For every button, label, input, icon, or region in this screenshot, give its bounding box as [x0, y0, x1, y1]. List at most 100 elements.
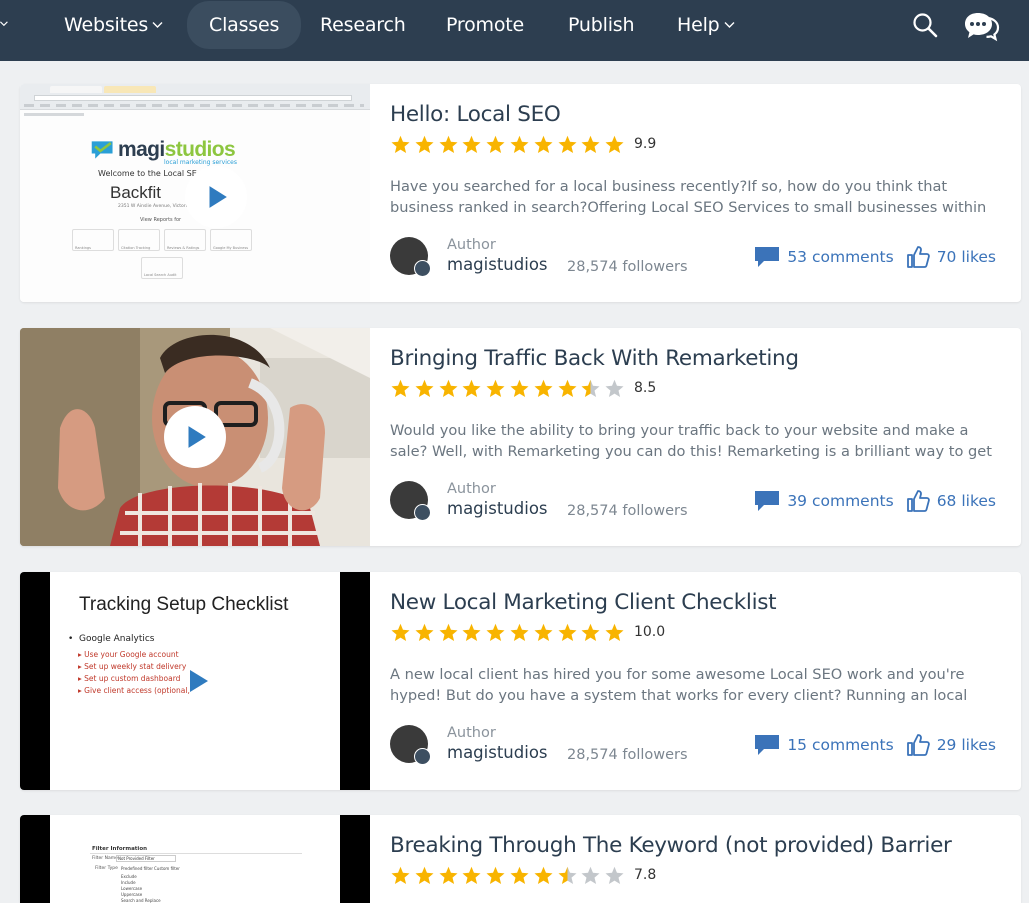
star-icon	[558, 866, 577, 884]
logo-subtitle: local marketing services	[164, 159, 237, 166]
stars-row	[390, 378, 628, 399]
rating-score: 8.5	[633, 380, 657, 396]
star-icon	[605, 379, 624, 397]
form-option: Search and Replace	[121, 898, 161, 903]
video-thumbnail[interactable]: Filter Information Filter Name Not Provi…	[20, 815, 370, 903]
nav-websites[interactable]: Websites	[64, 0, 163, 50]
author-label: Author	[447, 725, 496, 741]
thumbs-up-icon	[906, 246, 930, 268]
form-option: Exclude	[121, 874, 137, 879]
star-icon	[391, 623, 410, 641]
star-icon	[605, 623, 624, 641]
star-icon	[534, 379, 553, 397]
comments-count: 53 comments	[787, 248, 894, 266]
nav-classes[interactable]: Classes	[187, 1, 302, 49]
author-block: Author magistudios 28,574 followers	[390, 237, 750, 277]
nav-promote[interactable]: Promote	[446, 0, 524, 50]
tile-label: Google My Business	[213, 246, 249, 250]
rating-score: 10.0	[633, 624, 666, 640]
thumbs-up-icon	[906, 734, 930, 756]
likes-count: 68 likes	[936, 492, 996, 510]
slide-subitem: ▸ Set up custom dashboard	[78, 674, 181, 683]
star-icon	[534, 135, 553, 153]
breadcrumb	[24, 113, 84, 116]
post-title[interactable]: Bringing Traffic Back With Remarketing	[390, 346, 799, 371]
star-icon	[391, 379, 410, 397]
comment-icon	[755, 247, 780, 267]
star-icon	[534, 623, 553, 641]
star-rating: 8.5	[390, 377, 656, 399]
post-content: Hello: Local SEO 9.9 Have you searched f…	[390, 84, 1021, 302]
form-row-label: Filter Name	[92, 856, 118, 861]
star-icon	[534, 866, 553, 884]
likes-link[interactable]: 68 likes	[906, 489, 996, 513]
followers-count: 28,574 followers	[567, 503, 688, 519]
form-option: Uppercase	[121, 892, 143, 897]
slide-heading: Tracking Setup Checklist	[79, 594, 289, 615]
video-thumbnail[interactable]: magistudios local marketing services Wel…	[20, 84, 370, 302]
followers-count: 28,574 followers	[567, 747, 688, 763]
post-content: Bringing Traffic Back With Remarketing 8…	[390, 328, 1021, 546]
nav-research[interactable]: Research	[320, 0, 406, 50]
play-icon[interactable]	[186, 668, 210, 694]
comments-link[interactable]: 53 comments	[754, 246, 894, 268]
likes-link[interactable]: 70 likes	[906, 245, 996, 269]
chevron-down-icon	[152, 22, 163, 28]
post-content: New Local Marketing Client Checklist 10.…	[390, 572, 1021, 790]
tile-label: Rankings	[75, 246, 91, 250]
star-icon	[462, 623, 481, 641]
star-icon	[581, 135, 600, 153]
post-title[interactable]: Hello: Local SEO	[390, 102, 561, 127]
nav-help[interactable]: Help	[677, 0, 735, 50]
star-icon	[391, 866, 410, 884]
browser-tab	[50, 86, 102, 93]
likes-count: 70 likes	[936, 248, 996, 266]
star-icon	[391, 135, 410, 153]
post-card: magistudios local marketing services Wel…	[20, 84, 1021, 302]
nav-publish[interactable]: Publish	[568, 0, 635, 50]
crown-badge-icon	[414, 748, 431, 765]
star-icon	[462, 866, 481, 884]
post-title[interactable]: New Local Marketing Client Checklist	[390, 590, 777, 615]
followers-count: 28,574 followers	[567, 259, 688, 275]
logo-chat-icon	[91, 141, 113, 159]
comments-count: 15 comments	[787, 736, 894, 754]
search-icon[interactable]	[911, 11, 939, 39]
post-description: Would you like the ability to bring your…	[390, 422, 993, 460]
form-radio-label: Predefined filter	[121, 866, 153, 871]
author-name[interactable]: magistudios	[447, 499, 548, 518]
comments-link[interactable]: 15 comments	[754, 734, 894, 756]
form-option: Lowercase	[121, 886, 143, 891]
post-title[interactable]: Breaking Through The Keyword (not provid…	[390, 833, 952, 858]
play-icon	[209, 186, 227, 208]
likes-link[interactable]: 29 likes	[906, 733, 996, 757]
slide-bullet: • Google Analytics	[68, 634, 155, 644]
slide-subitem: ▸ Use your Google account	[78, 650, 179, 659]
author-name[interactable]: magistudios	[447, 255, 548, 274]
star-icon	[558, 135, 577, 153]
chat-icon[interactable]	[964, 9, 1000, 43]
star-icon	[439, 866, 458, 884]
post-stats: 15 comments 29 likes	[754, 732, 996, 758]
rating-score: 9.9	[633, 136, 657, 152]
play-button[interactable]	[164, 406, 226, 468]
post-description: A new local client has hired you for som…	[390, 666, 968, 704]
author-name[interactable]: magistudios	[447, 743, 548, 762]
tile-label: Citation Tracking	[121, 246, 151, 250]
star-rating: 10.0	[390, 621, 665, 643]
post-stats: 39 comments 68 likes	[754, 488, 996, 514]
star-icon	[510, 866, 529, 884]
star-icon	[415, 135, 434, 153]
post-description: Have you searched for a local business r…	[390, 178, 987, 216]
crown-badge-icon	[414, 260, 431, 277]
star-icon	[415, 623, 434, 641]
form-divider	[90, 853, 302, 854]
play-button[interactable]	[185, 166, 247, 228]
video-thumbnail[interactable]	[20, 328, 370, 546]
chevron-down-icon[interactable]	[0, 19, 14, 33]
star-icon	[439, 623, 458, 641]
comments-link[interactable]: 39 comments	[754, 490, 894, 512]
star-icon	[510, 135, 529, 153]
crown-badge-icon	[414, 504, 431, 521]
video-thumbnail[interactable]: Tracking Setup Checklist • Google Analyt…	[20, 572, 370, 790]
